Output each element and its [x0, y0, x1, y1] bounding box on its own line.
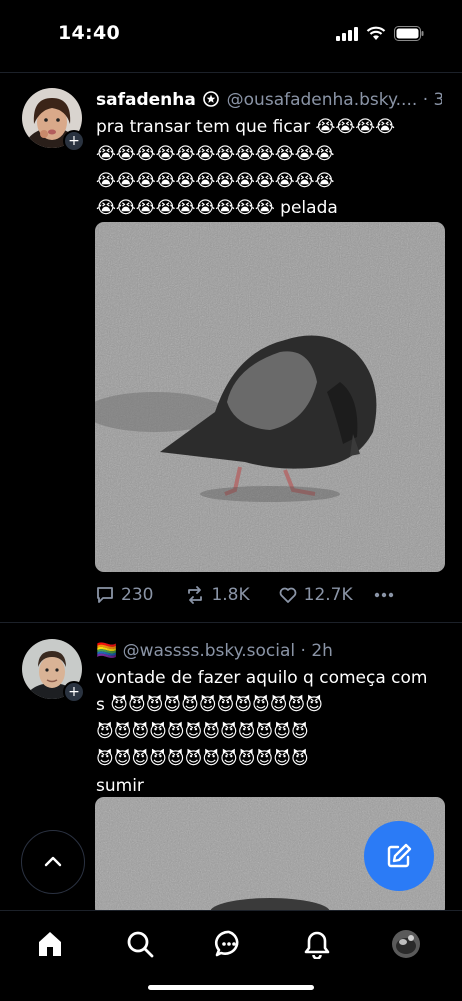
profile-avatar-icon: [392, 930, 420, 958]
home-indicator: [148, 985, 314, 990]
handle[interactable]: @ousafadenha.bsky....: [227, 90, 418, 110]
post-text: vontade de fazer aquilo q começa com s 😈…: [96, 665, 441, 800]
repost-icon: [188, 586, 203, 604]
time-ago[interactable]: 3h: [434, 90, 443, 110]
heart-icon: [279, 587, 297, 603]
more-dots-icon: [374, 592, 393, 598]
repost-count: 1.8K: [211, 585, 250, 605]
separator-dot: ·: [422, 90, 429, 110]
compose-post-button[interactable]: [364, 821, 434, 891]
display-name[interactable]: 🏳️‍🌈: [96, 641, 117, 661]
nav-chat[interactable]: [212, 927, 246, 961]
bell-icon: [304, 931, 330, 959]
nav-notifications[interactable]: [300, 927, 334, 961]
reply-icon: [97, 587, 113, 603]
reply-count: 230: [121, 585, 154, 605]
battery-icon: [394, 26, 424, 41]
nav-profile-avatar[interactable]: [389, 927, 423, 961]
post-header: 🏳️‍🌈 @wassss.bsky.social · 2h: [96, 641, 442, 661]
post-text-line: 😈😈😈😈😈😈😈😈😈😈😈😈: [96, 749, 309, 769]
post-text-line: 😭😭😭😭😭😭😭😭😭 pelada: [96, 198, 338, 218]
verified-badge-icon: [203, 91, 220, 112]
reply-button[interactable]: 230: [95, 585, 153, 605]
chat-bubble-icon: [214, 930, 239, 957]
status-icons: [336, 26, 424, 41]
search-icon: [127, 931, 154, 958]
cellular-signal-icon: [336, 26, 358, 41]
separator-dot: ·: [300, 641, 306, 661]
compose-pencil-icon: [387, 843, 412, 868]
nav-search[interactable]: [123, 927, 157, 961]
like-count: 12.7K: [303, 585, 353, 605]
status-time: 14:40: [58, 22, 120, 44]
post-text-line: 😭😭😭😭😭😭😭😭😭😭😭😭: [96, 144, 335, 164]
scroll-to-top-button[interactable]: [21, 830, 85, 894]
post-text-line: vontade de fazer aquilo q começa com: [96, 668, 428, 688]
time-ago[interactable]: 2h: [311, 641, 333, 661]
repost-button[interactable]: 1.8K: [185, 585, 250, 605]
follow-plus-icon[interactable]: +: [63, 681, 85, 703]
handle[interactable]: @wassss.bsky.social: [123, 641, 296, 661]
post-header: safadenha @ousafadenha.bsky.... · 3h: [96, 90, 442, 112]
post-text-line: s 😈😈😈😈😈😈😈😈😈😈😈😈: [96, 695, 323, 715]
chevron-up-icon: [44, 856, 62, 867]
post-text-line: sumir: [96, 776, 144, 796]
follow-plus-icon[interactable]: +: [63, 130, 85, 152]
display-name[interactable]: safadenha: [96, 90, 196, 110]
post-actions: 230 1.8K 12.7K: [95, 585, 395, 605]
post-text: pra transar tem que ficar 😭😭😭😭 😭😭😭😭😭😭😭😭😭…: [96, 114, 441, 222]
post-gif-pigeon[interactable]: [95, 222, 445, 572]
post-text-line: pra transar tem que ficar 😭😭😭😭: [96, 117, 395, 137]
home-icon: [39, 932, 61, 956]
status-bar: 14:40: [0, 0, 462, 72]
post-text-line: 😈😈😈😈😈😈😈😈😈😈😈😈: [96, 722, 309, 742]
nav-home[interactable]: [33, 927, 67, 961]
feed-post[interactable]: + safadenha @ousafadenha.bsky.... · 3h p…: [0, 72, 462, 622]
like-button[interactable]: 12.7K: [278, 585, 353, 605]
more-options-button[interactable]: [373, 585, 395, 605]
post-text-line: 😭😭😭😭😭😭😭😭😭😭😭😭: [96, 171, 335, 191]
wifi-icon: [366, 26, 386, 40]
